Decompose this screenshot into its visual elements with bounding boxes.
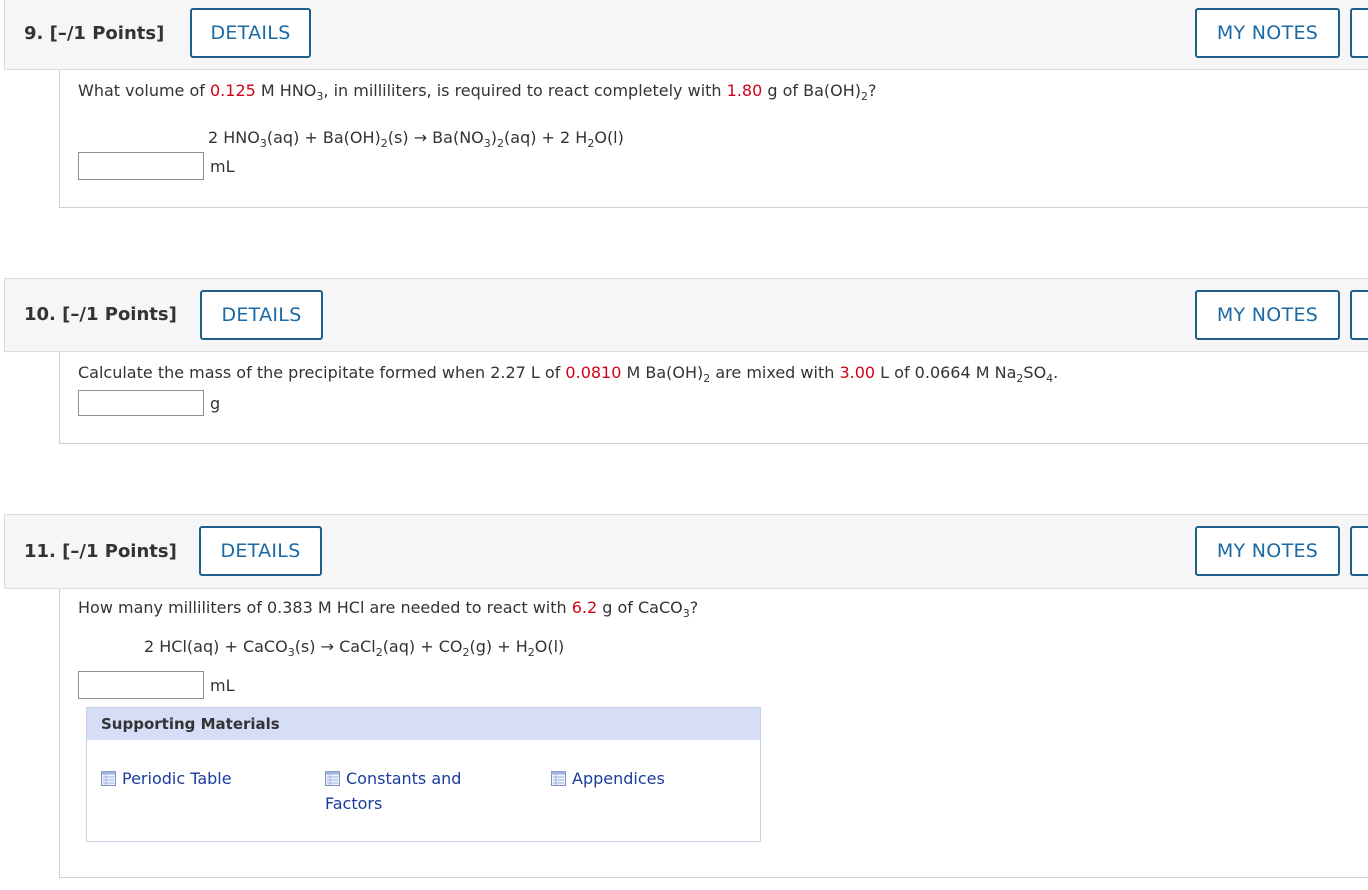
question-11-header: 11. [–/1 Points] DETAILS MY NOTES	[4, 514, 1368, 589]
periodic-table-label: Periodic Table	[122, 769, 232, 788]
question-9-header: 9. [–/1 Points] DETAILS MY NOTES	[4, 0, 1368, 70]
question-9-number: 9. [–/1 Points]	[24, 23, 165, 44]
constants-and-factors-link[interactable]: Constants and Factors	[325, 766, 495, 816]
my-notes-button-q11[interactable]: MY NOTES	[1195, 526, 1340, 576]
question-9-prompt: What volume of 0.125 M HNO3, in millilit…	[78, 81, 877, 103]
question-11-body: How many milliliters of 0.383 M HCl are …	[59, 589, 1368, 878]
question-9-body: What volume of 0.125 M HNO3, in millilit…	[59, 70, 1368, 208]
supporting-materials-heading: Supporting Materials	[87, 708, 760, 740]
details-button-q11[interactable]: DETAILS	[199, 526, 322, 576]
answer-input-q11[interactable]	[78, 671, 204, 699]
document-icon	[551, 771, 566, 786]
question-10-prompt: Calculate the mass of the precipitate fo…	[78, 363, 1059, 385]
constants-and-factors-label-line2: Factors	[325, 794, 383, 813]
answer-input-q10[interactable]	[78, 390, 204, 416]
appendices-label: Appendices	[572, 769, 665, 788]
periodic-table-link[interactable]: Periodic Table	[101, 766, 232, 791]
document-icon	[325, 771, 340, 786]
supporting-materials-panel: Supporting Materials Periodic Table Cons…	[86, 707, 761, 842]
question-11-number: 11. [–/1 Points]	[24, 541, 177, 562]
question-10-body: Calculate the mass of the precipitate fo…	[59, 352, 1368, 444]
document-icon	[101, 771, 116, 786]
answer-input-q9[interactable]	[78, 152, 204, 180]
question-10-header: 10. [–/1 Points] DETAILS MY NOTES	[4, 278, 1368, 352]
ask-teacher-button-q9[interactable]	[1350, 8, 1368, 58]
question-11-equation: 2 HCl(aq) + CaCO3(s) → CaCl2(aq) + CO2(g…	[144, 637, 565, 659]
details-button-q9[interactable]: DETAILS	[190, 8, 311, 58]
unit-label-q11: mL	[210, 676, 235, 695]
ask-teacher-button-q10[interactable]	[1350, 290, 1368, 340]
unit-label-q9: mL	[210, 157, 235, 176]
my-notes-button-q10[interactable]: MY NOTES	[1195, 290, 1340, 340]
details-button-q10[interactable]: DETAILS	[200, 290, 323, 340]
my-notes-button-q9[interactable]: MY NOTES	[1195, 8, 1340, 58]
constants-and-factors-label-line1: Constants and	[346, 769, 462, 788]
question-11-prompt: How many milliliters of 0.383 M HCl are …	[78, 598, 699, 620]
appendices-link[interactable]: Appendices	[551, 766, 665, 791]
unit-label-q10: g	[210, 394, 221, 413]
question-10-number: 10. [–/1 Points]	[24, 304, 177, 325]
question-9-equation: 2 HNO3(aq) + Ba(OH)2(s) → Ba(NO3)2(aq) +…	[208, 128, 624, 150]
ask-teacher-button-q11[interactable]	[1350, 526, 1368, 576]
